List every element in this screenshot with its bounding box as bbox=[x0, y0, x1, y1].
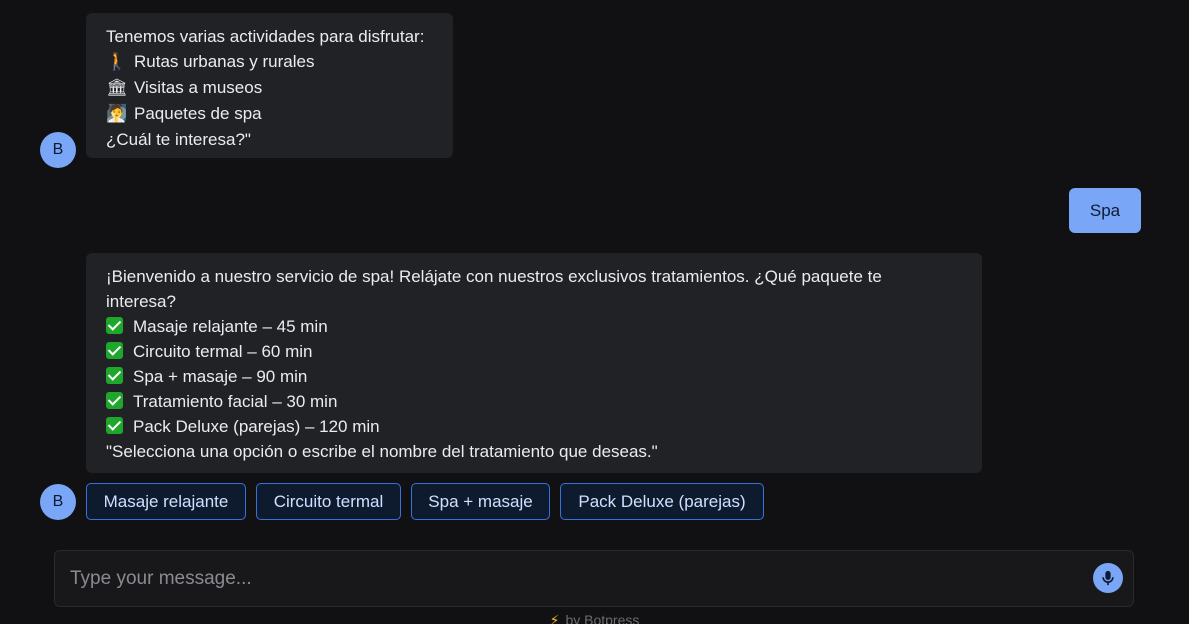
option-line: Tratamiento facial – 30 min bbox=[106, 389, 962, 414]
check-mark-icon bbox=[106, 367, 123, 384]
message-input[interactable] bbox=[70, 551, 1070, 606]
footer-text[interactable]: by Botpress bbox=[565, 612, 639, 624]
message-line: 🚶 Rutas urbanas y rurales bbox=[106, 49, 433, 75]
message-line: 🧖 Paquetes de spa bbox=[106, 101, 433, 127]
message-line: 🏛 Visitas a museos bbox=[106, 75, 433, 101]
microphone-button[interactable] bbox=[1093, 563, 1123, 593]
quick-reply-circuito-termal[interactable]: Circuito termal bbox=[256, 483, 401, 520]
lightning-icon: ⚡ bbox=[549, 612, 560, 624]
chat-window: Tenemos varias actividades para disfruta… bbox=[0, 0, 1189, 624]
quick-reply-spa-masaje[interactable]: Spa + masaje bbox=[411, 483, 550, 520]
option-line: Spa + masaje – 90 min bbox=[106, 364, 962, 389]
message-line: Tenemos varias actividades para disfruta… bbox=[106, 27, 425, 46]
quick-reply-pack-deluxe[interactable]: Pack Deluxe (parejas) bbox=[560, 483, 764, 520]
spa-person-icon: 🧖 bbox=[106, 104, 128, 124]
quick-reply-masaje-relajante[interactable]: Masaje relajante bbox=[86, 483, 246, 520]
option-line: Pack Deluxe (parejas) – 120 min bbox=[106, 414, 962, 439]
check-mark-icon bbox=[106, 342, 123, 359]
message-line: ¡Bienvenido a nuestro servicio de spa! R… bbox=[106, 267, 882, 286]
powered-by-footer: ⚡ by Botpress bbox=[0, 612, 1189, 624]
microphone-icon bbox=[1102, 570, 1114, 586]
check-mark-icon bbox=[106, 417, 123, 434]
message-line: ¿Cuál te interesa?" bbox=[106, 130, 251, 149]
option-line: Masaje relajante – 45 min bbox=[106, 314, 962, 339]
check-mark-icon bbox=[106, 392, 123, 409]
walking-person-icon: 🚶 bbox=[106, 52, 128, 72]
bot-message-spa-menu: ¡Bienvenido a nuestro servicio de spa! R… bbox=[86, 253, 982, 473]
check-mark-icon bbox=[106, 317, 123, 334]
message-line: "Selecciona una opción o escribe el nomb… bbox=[106, 442, 658, 461]
bot-avatar: B bbox=[40, 132, 76, 168]
bot-avatar: B bbox=[40, 484, 76, 520]
bot-message-activities: Tenemos varias actividades para disfruta… bbox=[86, 13, 453, 158]
museum-icon: 🏛 bbox=[106, 78, 128, 98]
user-message: Spa bbox=[1069, 188, 1141, 233]
message-line: interesa? bbox=[106, 292, 176, 311]
option-line: Circuito termal – 60 min bbox=[106, 339, 962, 364]
message-composer bbox=[54, 550, 1134, 607]
